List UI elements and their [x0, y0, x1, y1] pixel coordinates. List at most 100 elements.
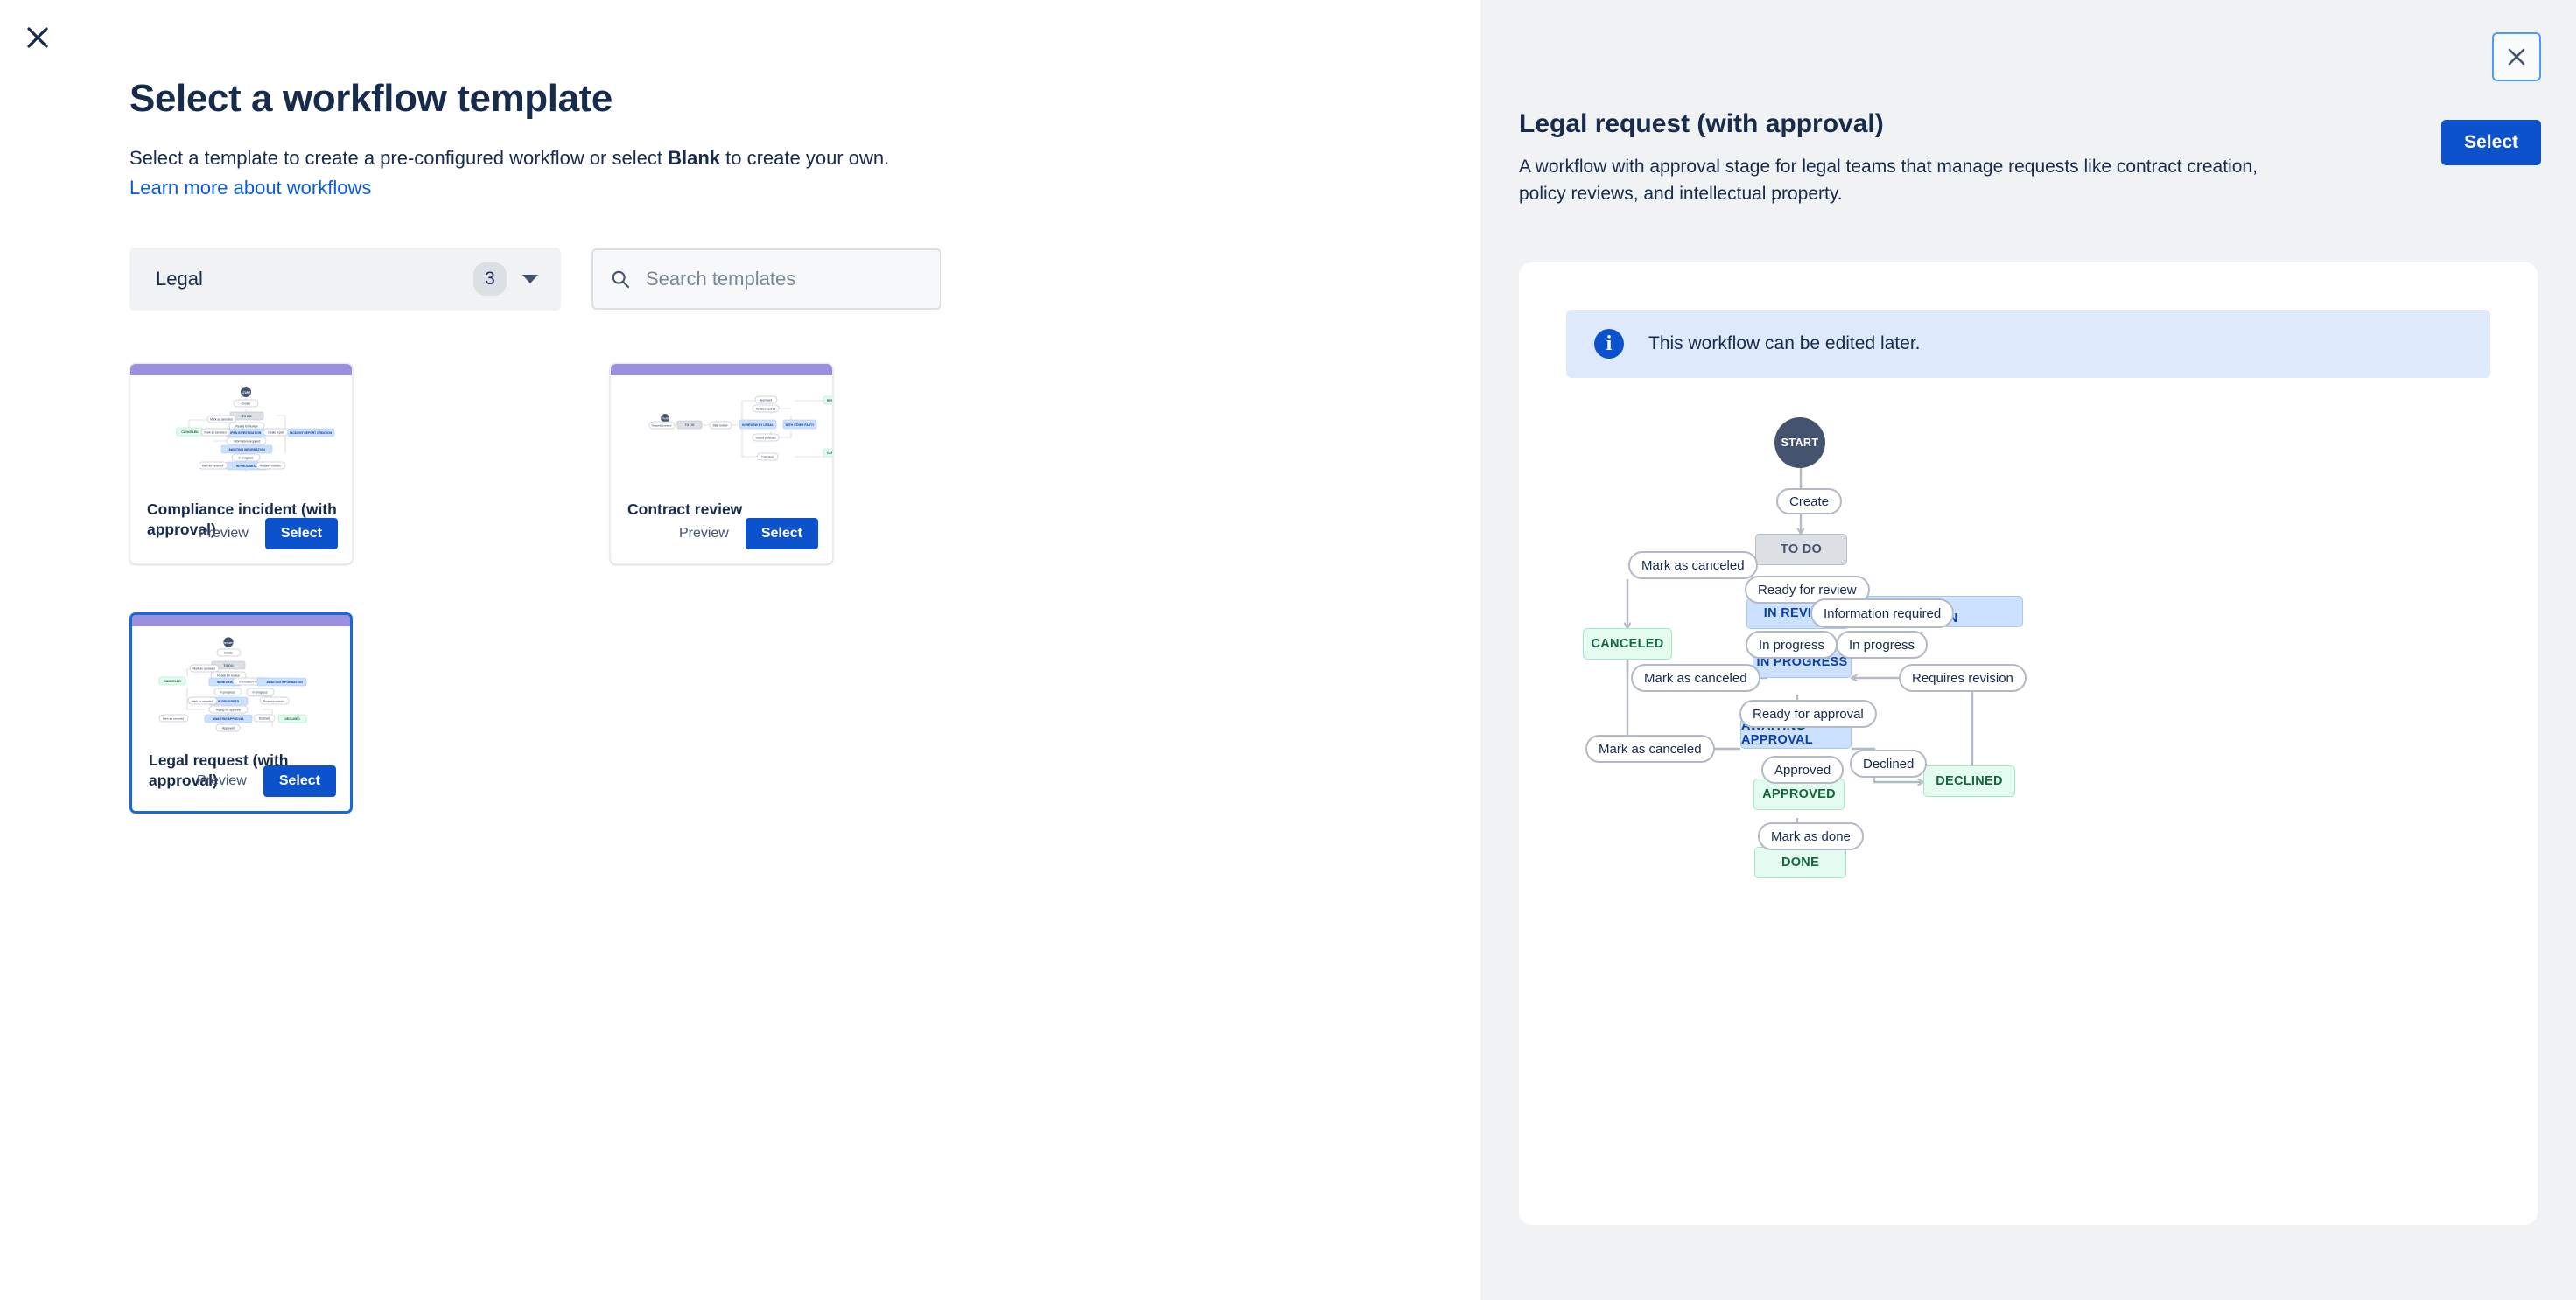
svg-text:In progress: In progress	[239, 457, 254, 460]
subtitle-blank-emphasis: Blank	[668, 146, 720, 169]
workflow-transition-ready-for-approval[interactable]: Ready for approval	[1740, 700, 1877, 728]
svg-text:AWAITING INFORMATION: AWAITING INFORMATION	[228, 448, 265, 451]
card-thumbnail-contract: START Request created TO DO Start review…	[611, 375, 832, 482]
page-title: Select a workflow template	[130, 77, 612, 120]
chevron-down-icon	[522, 275, 538, 284]
svg-text:In progress: In progress	[220, 691, 235, 695]
workflow-transition-in-progress-from-in-review[interactable]: In progress	[1746, 631, 1838, 659]
template-card-contract-review[interactable]: START Request created TO DO Start review…	[610, 363, 833, 565]
template-detail-pane: Legal request (with approval) A workflow…	[1480, 0, 2576, 1300]
svg-text:IN REVIEW: IN REVIEW	[217, 681, 234, 684]
workflow-transition-approved[interactable]: Approved	[1761, 756, 1844, 784]
preview-button[interactable]: Preview	[195, 770, 248, 793]
learn-more-link[interactable]: Learn more about workflows	[130, 177, 371, 199]
svg-text:Requires revision: Requires revision	[263, 700, 284, 703]
subtitle-part-2: to create your own.	[720, 146, 890, 169]
workflow-transition-requires-revision[interactable]: Requires revision	[1899, 664, 2026, 692]
category-select[interactable]: Legal 3	[130, 248, 561, 311]
card-accent-bar	[132, 615, 350, 627]
svg-text:CANCELLED: CANCELLED	[827, 452, 832, 456]
card-actions: Preview Select	[195, 765, 336, 798]
svg-text:Mark as canceled: Mark as canceled	[210, 418, 233, 422]
detail-header: Legal request (with approval) A workflow…	[1519, 109, 2538, 207]
workflow-transition-mark-as-done[interactable]: Mark as done	[1758, 822, 1864, 850]
svg-text:START: START	[224, 641, 233, 645]
card-actions: Preview Select	[677, 518, 818, 550]
detail-title: Legal request (with approval)	[1519, 109, 1884, 138]
search-box[interactable]	[592, 248, 942, 311]
info-banner-text: This workflow can be edited later.	[1648, 333, 1921, 353]
svg-text:START: START	[661, 417, 668, 421]
svg-text:Information required: Information required	[234, 440, 260, 444]
svg-text:RESOLVED: RESOLVED	[827, 400, 832, 403]
workflow-node-start[interactable]: START	[1774, 417, 1825, 468]
svg-text:Canceled: Canceled	[761, 456, 774, 459]
workflow-node-done[interactable]: DONE	[1754, 847, 1846, 878]
card-actions: Preview Select	[197, 518, 338, 550]
category-count-badge: 3	[473, 262, 507, 297]
close-icon[interactable]	[2492, 32, 2541, 81]
preview-button[interactable]: Preview	[197, 522, 250, 545]
workflow-connectors	[1519, 468, 1974, 847]
workflow-transition-declined[interactable]: Declined	[1850, 750, 1928, 778]
workflow-diagram[interactable]: START TO DO CANCELED IN REVIEW AWAITING …	[1519, 394, 2538, 1207]
svg-text:Declined: Declined	[259, 717, 270, 721]
category-select-label: Legal	[156, 268, 203, 290]
svg-text:TO DO: TO DO	[223, 664, 234, 667]
card-accent-bar	[611, 364, 832, 376]
card-title: Contract review	[627, 500, 743, 519]
svg-text:TO DO: TO DO	[242, 415, 252, 418]
select-button[interactable]: Select	[262, 765, 336, 798]
svg-text:Mark as canceled: Mark as canceled	[192, 700, 214, 703]
svg-text:CANCELED: CANCELED	[164, 680, 181, 683]
workflow-transition-mark-as-canceled-from-in-progress[interactable]: Mark as canceled	[1631, 664, 1760, 692]
workflow-transition-mark-as-canceled-from-todo[interactable]: Mark as canceled	[1628, 551, 1758, 579]
svg-text:IN PROGRESS: IN PROGRESS	[236, 465, 258, 468]
svg-text:TO DO: TO DO	[685, 424, 695, 428]
svg-text:DECLINED: DECLINED	[284, 717, 300, 721]
workflow-node-declined[interactable]: DECLINED	[1923, 765, 2015, 797]
workflow-preview-card: i This workflow can be edited later. STA…	[1519, 262, 2538, 1225]
card-accent-bar	[130, 364, 352, 376]
close-icon[interactable]	[19, 19, 56, 56]
select-button[interactable]: Select	[745, 518, 818, 550]
svg-text:START: START	[242, 391, 250, 395]
workflow-transition-mark-as-canceled-from-awaiting-approval[interactable]: Mark as canceled	[1586, 735, 1715, 763]
svg-text:IN PROGRESS: IN PROGRESS	[218, 700, 240, 703]
search-input[interactable]	[644, 267, 922, 292]
svg-text:WITH OTHER PARTY: WITH OTHER PARTY	[786, 423, 816, 427]
workflow-transition-information-required[interactable]: Information required	[1810, 598, 1955, 628]
svg-text:Create: Create	[242, 402, 251, 406]
template-card-legal-request[interactable]: START Create TO DO Mark as canceled Read…	[130, 612, 353, 814]
template-card-compliance-incident[interactable]: START Create TO DO Mark as canceled Read…	[130, 363, 353, 565]
svg-text:Ready for approval: Ready for approval	[216, 709, 241, 712]
svg-text:AWAITING INFORMATION: AWAITING INFORMATION	[266, 681, 303, 684]
info-icon: i	[1594, 329, 1624, 359]
preview-button[interactable]: Preview	[677, 522, 731, 545]
svg-text:Create: Create	[224, 652, 234, 655]
select-button[interactable]: Select	[264, 518, 338, 550]
svg-text:In progress: In progress	[253, 691, 268, 695]
svg-text:CANCELED: CANCELED	[181, 430, 199, 434]
svg-text:Start review: Start review	[713, 424, 729, 428]
svg-text:Ready for review: Ready for review	[235, 425, 258, 429]
svg-text:Request created: Request created	[652, 424, 672, 428]
workflow-node-canceled[interactable]: CANCELED	[1583, 628, 1672, 660]
workflow-transition-create[interactable]: Create	[1776, 488, 1843, 514]
detail-description: A workflow with approval stage for legal…	[1519, 157, 2258, 205]
svg-text:IN REVIEW BY LEGAL: IN REVIEW BY LEGAL	[742, 423, 774, 427]
card-thumbnail-legal-request: START Create TO DO Mark as canceled Read…	[132, 626, 350, 733]
svg-text:Details required: Details required	[756, 408, 776, 411]
page-subtitle: Select a template to create a pre-config…	[130, 144, 1372, 172]
svg-text:Mark as canceled: Mark as canceled	[193, 667, 215, 671]
card-thumbnail-compliance: START Create TO DO Mark as canceled Read…	[130, 375, 352, 482]
workflow-node-todo[interactable]: TO DO	[1755, 534, 1847, 565]
svg-text:Mark as canceled: Mark as canceled	[202, 465, 224, 468]
detail-select-button[interactable]: Select	[2441, 120, 2541, 165]
workflow-transition-in-progress-from-awaiting-info[interactable]: In progress	[1836, 631, 1928, 659]
info-banner: i This workflow can be edited later.	[1566, 310, 2490, 378]
svg-text:Mark as canceled: Mark as canceled	[205, 431, 227, 435]
svg-text:Mark as canceled: Mark as canceled	[163, 717, 185, 721]
svg-text:Create report: Create report	[268, 431, 284, 435]
svg-text:INCIDENT REPORT CREATION: INCIDENT REPORT CREATION	[290, 431, 332, 435]
